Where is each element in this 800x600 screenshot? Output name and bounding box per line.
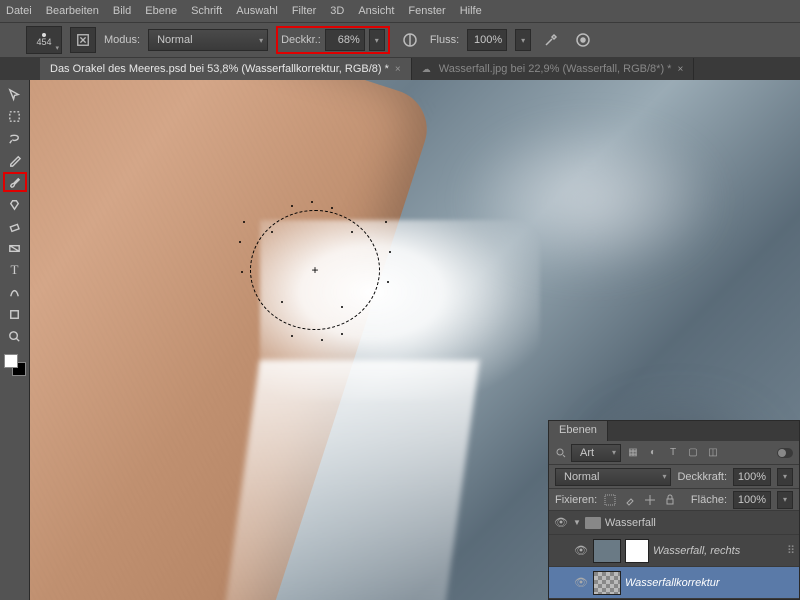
tab-active-document[interactable]: Das Orakel des Meeres.psd bei 53,8% (Was…: [40, 58, 412, 80]
filter-type-icon[interactable]: T: [665, 445, 681, 461]
move-tool[interactable]: [3, 84, 27, 104]
tab-inactive-document[interactable]: ☁ Wasserfall.jpg bei 22,9% (Wasserfall, …: [412, 58, 695, 80]
layer-list: 👁 ▼ Wasserfall 👁 Wasserfall, rechts ⠿ 👁 …: [549, 511, 799, 599]
fill-input[interactable]: 100%: [733, 491, 771, 509]
gradient-tool[interactable]: [3, 238, 27, 258]
document-tabs: Das Orakel des Meeres.psd bei 53,8% (Was…: [0, 58, 800, 80]
menu-schrift[interactable]: Schrift: [191, 5, 222, 17]
filter-adjust-icon[interactable]: ◐: [645, 445, 661, 461]
layer-opacity-input[interactable]: 100%: [733, 468, 771, 486]
fill-arrow[interactable]: ▾: [777, 491, 793, 509]
menu-datei[interactable]: Datei: [6, 5, 32, 17]
cloud-icon: ☁: [422, 64, 431, 75]
brush-size-value: 454: [36, 37, 51, 47]
filter-toggle[interactable]: [777, 448, 793, 458]
layer-group[interactable]: 👁 ▼ Wasserfall: [549, 511, 799, 535]
mask-thumbnail[interactable]: [625, 539, 649, 563]
layer-opacity-label: Deckkraft:: [677, 471, 727, 483]
opacity-dropdown-arrow[interactable]: ▾: [369, 29, 385, 51]
folder-icon: [585, 517, 601, 529]
lock-position-icon[interactable]: [643, 493, 657, 507]
menu-filter[interactable]: Filter: [292, 5, 316, 17]
flow-label: Fluss:: [430, 34, 459, 46]
zoom-tool[interactable]: [3, 326, 27, 346]
brush-preset-picker[interactable]: 454 ▾: [26, 26, 62, 54]
fill-label: Fläche:: [691, 494, 727, 506]
layer-item-selected[interactable]: 👁 Wasserfallkorrektur: [549, 567, 799, 599]
flow-dropdown-arrow[interactable]: ▾: [515, 29, 531, 51]
lock-all-icon[interactable]: [663, 493, 677, 507]
airbrush-icon[interactable]: [539, 28, 563, 52]
opacity-field-highlighted: Deckkr.: 68% ▾: [276, 26, 390, 54]
filter-pixel-icon[interactable]: ▦: [625, 445, 641, 461]
layers-tab[interactable]: Ebenen: [549, 421, 608, 441]
modus-label: Modus:: [104, 34, 140, 46]
layer-thumbnail[interactable]: [593, 539, 621, 563]
marquee-tool[interactable]: [3, 106, 27, 126]
options-bar: 454 ▾ Modus: Normal▾ Deckkr.: 68% ▾ Flus…: [0, 22, 800, 58]
shape-tool[interactable]: [3, 304, 27, 324]
path-tool[interactable]: [3, 282, 27, 302]
flow-input[interactable]: 100%: [467, 29, 507, 51]
menu-bearbeiten[interactable]: Bearbeiten: [46, 5, 99, 17]
visibility-icon[interactable]: 👁: [573, 576, 589, 589]
opacity-label: Deckkr.:: [281, 34, 321, 46]
layers-panel: Ebenen Art▾ ▦ ◐ T ▢ ◫ Normal▾ Deckkraft:…: [548, 420, 800, 600]
opacity-input[interactable]: 68%: [325, 29, 365, 51]
expand-icon[interactable]: ▼: [573, 518, 581, 527]
foreground-color[interactable]: [4, 354, 18, 368]
pressure-opacity-icon[interactable]: [398, 28, 422, 52]
eraser-tool[interactable]: [3, 216, 27, 236]
close-icon[interactable]: ×: [677, 64, 683, 75]
layer-menu-icon[interactable]: ⠿: [787, 544, 795, 557]
tool-palette: T: [0, 80, 30, 600]
close-icon[interactable]: ×: [395, 64, 401, 75]
color-swatches[interactable]: [4, 354, 26, 376]
layer-opacity-arrow[interactable]: ▾: [777, 468, 793, 486]
lasso-tool[interactable]: [3, 128, 27, 148]
layer-item[interactable]: 👁 Wasserfall, rechts ⠿: [549, 535, 799, 567]
lock-paint-icon[interactable]: [623, 493, 637, 507]
brush-panel-toggle[interactable]: [70, 27, 96, 53]
menu-3d[interactable]: 3D: [330, 5, 344, 17]
search-icon: [555, 447, 567, 459]
brush-tool-selected[interactable]: [3, 172, 27, 192]
filter-type-dropdown[interactable]: Art▾: [571, 444, 621, 462]
lock-label: Fixieren:: [555, 494, 597, 506]
layer-blend-dropdown[interactable]: Normal▾: [555, 468, 671, 486]
eyedropper-tool[interactable]: [3, 150, 27, 170]
menu-fenster[interactable]: Fenster: [408, 5, 445, 17]
filter-shape-icon[interactable]: ▢: [685, 445, 701, 461]
lock-transparency-icon[interactable]: [603, 493, 617, 507]
brush-cursor: [250, 210, 380, 330]
filter-smart-icon[interactable]: ◫: [705, 445, 721, 461]
menu-ansicht[interactable]: Ansicht: [358, 5, 394, 17]
visibility-icon[interactable]: 👁: [553, 516, 569, 529]
layer-thumbnail[interactable]: [593, 571, 621, 595]
blend-mode-dropdown[interactable]: Normal▾: [148, 29, 268, 51]
menu-auswahl[interactable]: Auswahl: [236, 5, 278, 17]
pressure-size-icon[interactable]: [571, 28, 595, 52]
menu-hilfe[interactable]: Hilfe: [460, 5, 482, 17]
clone-tool[interactable]: [3, 194, 27, 214]
menu-ebene[interactable]: Ebene: [145, 5, 177, 17]
menu-bild[interactable]: Bild: [113, 5, 131, 17]
visibility-icon[interactable]: 👁: [573, 544, 589, 557]
menu-bar: Datei Bearbeiten Bild Ebene Schrift Ausw…: [0, 0, 800, 22]
type-tool[interactable]: T: [3, 260, 27, 280]
